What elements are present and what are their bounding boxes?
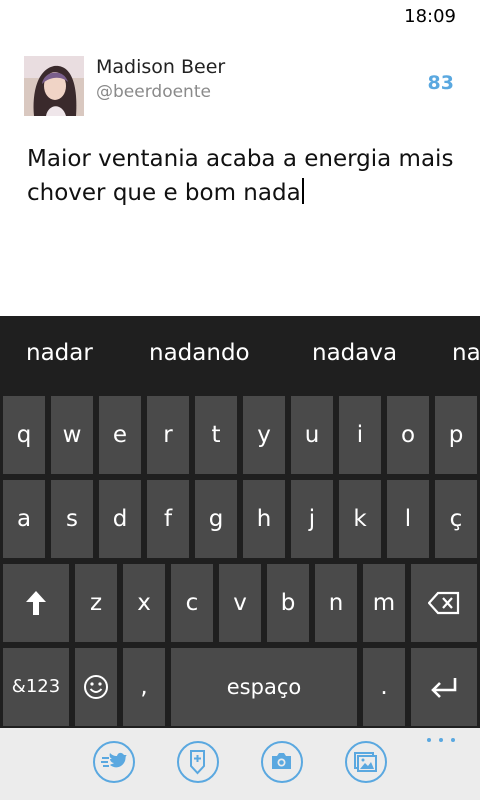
key-c-cedilla[interactable]: ç xyxy=(435,480,477,558)
author-name: Madison Beer xyxy=(96,56,226,78)
key-g[interactable]: g xyxy=(195,480,237,558)
status-time: 18:09 xyxy=(404,6,456,27)
enter-icon xyxy=(431,678,457,698)
key-q[interactable]: q xyxy=(3,396,45,474)
key-l[interactable]: l xyxy=(387,480,429,558)
tweet-compose-field[interactable]: Maior ventania acaba a energia mais chov… xyxy=(27,142,457,210)
space-key[interactable]: espaço xyxy=(171,648,357,726)
key-o[interactable]: o xyxy=(387,396,429,474)
photo-gallery-button[interactable] xyxy=(345,741,387,783)
status-bar: 18:09 xyxy=(0,0,480,36)
author-handle: @beerdoente xyxy=(96,82,211,102)
emoji-key[interactable] xyxy=(75,648,117,726)
key-j[interactable]: j xyxy=(291,480,333,558)
camera-button[interactable] xyxy=(261,741,303,783)
comma-key[interactable]: , xyxy=(123,648,165,726)
key-z[interactable]: z xyxy=(75,564,117,642)
key-w[interactable]: w xyxy=(51,396,93,474)
on-screen-keyboard: nadar nadando nadava na q w e r t y u i … xyxy=(0,316,480,728)
location-pin-icon xyxy=(190,750,205,775)
suggestion-2[interactable]: nadando xyxy=(149,340,250,366)
app-bar xyxy=(0,728,480,800)
word-suggestions: nadar nadando nadava na xyxy=(0,316,480,390)
backspace-icon xyxy=(428,591,460,615)
key-m[interactable]: m xyxy=(363,564,405,642)
shift-key[interactable] xyxy=(3,564,69,642)
key-h[interactable]: h xyxy=(243,480,285,558)
key-p[interactable]: p xyxy=(435,396,477,474)
key-x[interactable]: x xyxy=(123,564,165,642)
key-t[interactable]: t xyxy=(195,396,237,474)
photo-gallery-icon xyxy=(354,752,377,772)
suggestion-4[interactable]: na xyxy=(452,340,480,366)
compose-line-1: Maior ventania acaba a energia mais xyxy=(27,146,454,172)
key-f[interactable]: f xyxy=(147,480,189,558)
key-e[interactable]: e xyxy=(99,396,141,474)
period-key[interactable]: . xyxy=(363,648,405,726)
compose-line-2-text: chover que e bom nada xyxy=(27,180,301,206)
more-icon[interactable] xyxy=(426,734,456,746)
key-d[interactable]: d xyxy=(99,480,141,558)
enter-key[interactable] xyxy=(411,648,477,726)
key-c[interactable]: c xyxy=(171,564,213,642)
add-location-button[interactable] xyxy=(177,741,219,783)
suggestion-1[interactable]: nadar xyxy=(26,340,93,366)
smiley-icon xyxy=(84,675,108,699)
mention-icon xyxy=(101,752,127,768)
author-header: Madison Beer @beerdoente 83 xyxy=(24,56,456,116)
key-y[interactable]: y xyxy=(243,396,285,474)
key-v[interactable]: v xyxy=(219,564,261,642)
numbers-symbols-key[interactable]: &123 xyxy=(3,648,69,726)
key-n[interactable]: n xyxy=(315,564,357,642)
key-b[interactable]: b xyxy=(267,564,309,642)
text-cursor xyxy=(301,178,304,204)
camera-icon xyxy=(272,753,291,769)
key-u[interactable]: u xyxy=(291,396,333,474)
key-k[interactable]: k xyxy=(339,480,381,558)
key-r[interactable]: r xyxy=(147,396,189,474)
key-i[interactable]: i xyxy=(339,396,381,474)
suggestion-3[interactable]: nadava xyxy=(312,340,397,366)
key-s[interactable]: s xyxy=(51,480,93,558)
compose-line-2: chover que e bom nada xyxy=(27,176,457,210)
backspace-key[interactable] xyxy=(411,564,477,642)
characters-remaining: 83 xyxy=(427,72,454,94)
avatar xyxy=(24,56,84,116)
mention-button[interactable] xyxy=(93,741,135,783)
key-a[interactable]: a xyxy=(3,480,45,558)
shift-arrow-icon xyxy=(26,591,46,615)
